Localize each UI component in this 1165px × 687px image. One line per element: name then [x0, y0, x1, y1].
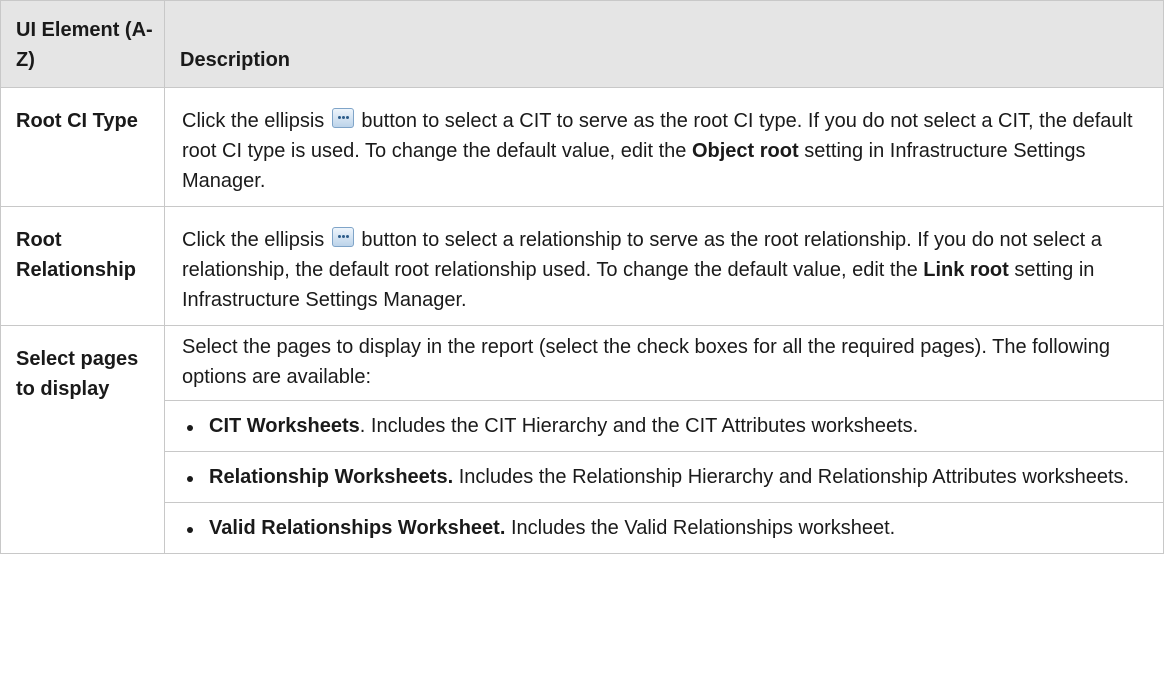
bullet-icon	[187, 476, 193, 482]
option-text: Includes the Valid Relationships workshe…	[505, 517, 896, 539]
table-row: Root Relationship Click the ellipsis but…	[0, 206, 1164, 326]
table-row: Select pages to display Select the pages…	[0, 325, 1164, 554]
header-description: Description	[164, 0, 1164, 88]
bullet-icon	[187, 425, 193, 431]
row-name-root-relationship: Root Relationship	[0, 206, 165, 326]
list-item: Relationship Worksheets. Includes the Re…	[182, 452, 1149, 502]
row-desc-select-pages: Select the pages to display in the repor…	[164, 325, 1164, 554]
option-text: Includes the CIT Hierarchy and the CIT A…	[365, 415, 919, 437]
option-term: Valid Relationships Worksheet.	[209, 517, 506, 539]
desc-text: Click the ellipsis	[182, 110, 325, 132]
list-item: Valid Relationships Worksheet. Includes …	[182, 503, 1149, 553]
ellipsis-button-icon	[331, 108, 354, 128]
ui-element-table: UI Element (A-Z) Description Root CI Typ…	[0, 0, 1164, 554]
row-name-select-pages: Select pages to display	[0, 325, 165, 554]
option-text: Includes the Relationship Hierarchy and …	[453, 466, 1130, 488]
header-ui-element: UI Element (A-Z)	[0, 0, 165, 88]
option-term: Relationship Worksheets.	[209, 466, 454, 488]
desc-intro: Select the pages to display in the repor…	[182, 336, 1110, 388]
desc-bold-term: Link root	[923, 259, 1009, 281]
desc-bold-term: Object root	[691, 140, 799, 162]
row-desc-root-ci-type: Click the ellipsis button to select a CI…	[164, 87, 1164, 207]
row-name-root-ci-type: Root CI Type	[0, 87, 165, 207]
table-header-row: UI Element (A-Z) Description	[0, 0, 1164, 88]
list-item: CIT Worksheets. Includes the CIT Hierarc…	[182, 401, 1149, 451]
table-row: Root CI Type Click the ellipsis button t…	[0, 87, 1164, 207]
ellipsis-button-icon	[331, 227, 354, 247]
bullet-icon	[187, 527, 193, 533]
option-term: CIT Worksheets	[209, 415, 360, 437]
row-desc-root-relationship: Click the ellipsis button to select a re…	[164, 206, 1164, 326]
desc-text: Click the ellipsis	[182, 229, 325, 251]
